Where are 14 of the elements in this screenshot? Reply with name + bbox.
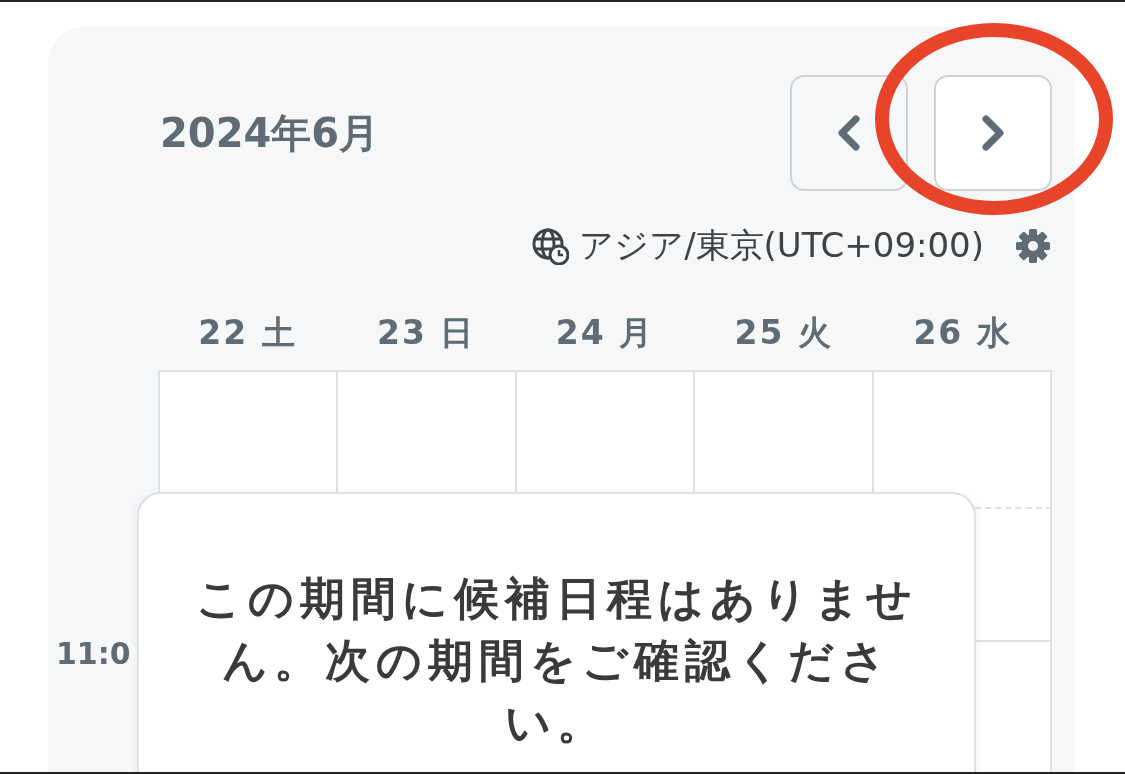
timezone-label: アジア/東京(UTC+09:00) xyxy=(579,224,984,267)
day-header: 25 火 xyxy=(733,312,834,354)
empty-message: この期間に候補日程はありません。次の期間をご確認ください。 xyxy=(194,571,919,751)
month-title: 2024年6月 xyxy=(160,108,380,158)
chevron-right-icon xyxy=(980,115,1006,151)
day-header: 24 月 xyxy=(554,312,656,354)
chevron-left-icon xyxy=(836,115,862,151)
day-header: 23 日 xyxy=(375,312,477,354)
settings-icon[interactable] xyxy=(1014,227,1052,265)
next-month-button[interactable] xyxy=(934,75,1052,191)
time-label: 11:0 xyxy=(56,636,131,671)
day-header: 26 水 xyxy=(912,312,1013,354)
day-header: 22 土 xyxy=(197,312,298,354)
globe-clock-icon xyxy=(531,227,570,265)
